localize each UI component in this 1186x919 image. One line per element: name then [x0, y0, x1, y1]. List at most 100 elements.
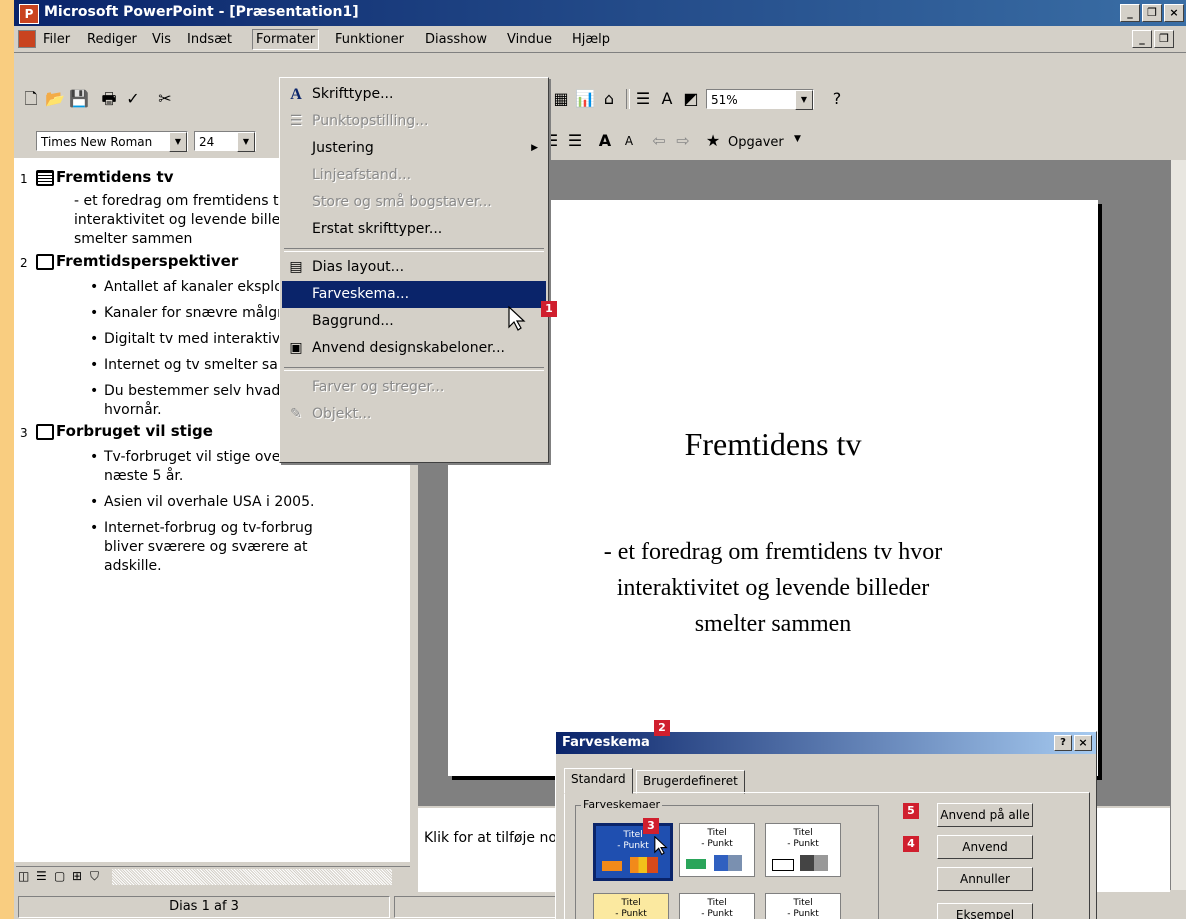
grayscale-icon[interactable]: ◩: [680, 88, 702, 110]
scheme-swatch[interactable]: Titel - Punkt: [765, 823, 841, 877]
slide-subtitle[interactable]: - et foredrag om fremtidens tv hvor inte…: [448, 534, 1098, 642]
open-icon[interactable]: 📂: [44, 88, 66, 110]
outline-bullet[interactable]: Digitalt tv med interaktivitet: [104, 330, 304, 349]
menu-item-colors-lines[interactable]: Farver og streger...: [282, 374, 546, 401]
help-icon[interactable]: ?: [1054, 735, 1072, 751]
save-icon[interactable]: 💾: [68, 88, 90, 110]
restore-button[interactable]: ❐: [1142, 4, 1162, 22]
outline-title-1[interactable]: Fremtidens tv: [56, 168, 174, 186]
doc-minimize-button[interactable]: _: [1132, 30, 1152, 48]
close-button[interactable]: ×: [1164, 4, 1184, 22]
arrow-shape-icon: [686, 859, 706, 869]
menu-formater[interactable]: Formater: [252, 29, 320, 50]
clipart-icon[interactable]: ⌂: [598, 88, 620, 110]
outline-bullet[interactable]: adskille.: [104, 557, 162, 576]
bar-chart-icon: [800, 855, 828, 871]
help-icon[interactable]: ?: [826, 88, 848, 110]
menu-vis[interactable]: Vis: [149, 30, 174, 49]
chevron-down-icon[interactable]: ▼: [794, 134, 801, 144]
doc-restore-button[interactable]: ❐: [1154, 30, 1174, 48]
slide-view-icon[interactable]: ▢: [54, 869, 65, 883]
menu-funktioner[interactable]: Funktioner: [332, 30, 407, 49]
tasks-button[interactable]: Opgaver: [728, 135, 784, 150]
scheme-swatch[interactable]: Titel - Punkt: [765, 893, 841, 919]
cut-icon[interactable]: ✂: [154, 88, 176, 110]
minimize-button[interactable]: _: [1120, 4, 1140, 22]
menu-item-bullets[interactable]: ☰ Punktopstilling...: [282, 108, 546, 135]
outline-title-2[interactable]: Fremtidsperspektiver: [56, 252, 238, 270]
slideshow-icon[interactable]: ⛉: [90, 869, 99, 884]
outline-bullet[interactable]: næste 5 år.: [104, 467, 183, 486]
menu-item-alignment[interactable]: Justering ▶: [282, 135, 546, 162]
animation-icon[interactable]: ★: [702, 130, 724, 152]
outline-bullet[interactable]: hvornår.: [104, 401, 162, 420]
menu-indsaet[interactable]: Indsæt: [184, 30, 235, 49]
chevron-down-icon[interactable]: ▼: [169, 132, 187, 152]
menu-item-replace-fonts[interactable]: Erstat skrifttyper...: [282, 216, 546, 243]
formatting-display-icon[interactable]: A: [656, 88, 678, 110]
menu-vindue[interactable]: Vindue: [504, 30, 555, 49]
normal-view-icon[interactable]: ◫: [18, 869, 29, 883]
scheme-swatch[interactable]: Titel - Punkt: [679, 823, 755, 877]
powerpoint-icon[interactable]: P: [19, 4, 39, 24]
bullets-icon[interactable]: ☰: [564, 130, 586, 152]
preview-button[interactable]: Eksempel: [937, 903, 1033, 919]
outline-bullet[interactable]: bliver sværere og sværere at: [104, 538, 308, 557]
increase-font-icon[interactable]: A: [594, 130, 616, 152]
size-select[interactable]: 24 ▼: [194, 131, 256, 152]
outline-bullet[interactable]: Internet-forbrug og tv-forbrug: [104, 519, 313, 538]
tab-custom[interactable]: Brugerdefineret: [636, 770, 745, 794]
tab-standard[interactable]: Standard: [564, 768, 633, 794]
menu-item-slide-layout[interactable]: ▤ Dias layout...: [282, 254, 546, 281]
decrease-font-icon[interactable]: A: [618, 130, 640, 152]
horizontal-scrollbar[interactable]: [112, 869, 392, 885]
apply-button[interactable]: Anvend: [937, 835, 1033, 859]
arrow-shape-icon: [772, 859, 794, 871]
outline-line[interactable]: smelter sammen: [74, 230, 192, 249]
new-icon[interactable]: 🗋: [20, 88, 42, 110]
zoom-select[interactable]: 51% ▼: [706, 89, 814, 110]
menu-item-object[interactable]: ✎ Objekt...: [282, 401, 546, 428]
bullet-dot: •: [90, 357, 99, 373]
menu-rediger[interactable]: Rediger: [84, 30, 140, 49]
outline-line[interactable]: interaktivitet og levende billeder: [74, 211, 303, 230]
sorter-view-icon[interactable]: ⊞: [72, 869, 82, 883]
close-icon[interactable]: ×: [1074, 735, 1092, 751]
expand-icon[interactable]: ☰: [632, 88, 654, 110]
menu-filer[interactable]: Filer: [40, 30, 73, 49]
promote-icon[interactable]: ⇦: [648, 130, 670, 152]
menu-item-line-spacing[interactable]: Linjeafstand...: [282, 162, 546, 189]
menu-item-color-scheme[interactable]: Farveskema...: [282, 281, 546, 308]
menu-diasshow[interactable]: Diasshow: [422, 30, 490, 49]
menu-hjaelp[interactable]: Hjælp: [569, 30, 613, 49]
menu-item-apply-template[interactable]: ▣ Anvend designskabeloner...: [282, 335, 546, 362]
slide-icon[interactable]: [36, 254, 54, 270]
menu-item-background[interactable]: Baggrund...: [282, 308, 546, 335]
chart-icon[interactable]: 📊: [574, 88, 596, 110]
chevron-down-icon[interactable]: ▼: [795, 90, 813, 110]
vertical-scrollbar[interactable]: [1170, 160, 1186, 890]
scheme-swatch[interactable]: Titel - Punkt: [679, 893, 755, 919]
outline-bullet[interactable]: Tv-forbruget vil stige over de: [104, 448, 308, 467]
menu-separator: [284, 248, 544, 252]
apply-all-button[interactable]: Anvend på alle: [937, 803, 1033, 827]
document-icon[interactable]: [18, 30, 36, 48]
bullets-icon: ☰: [289, 113, 303, 129]
demote-icon[interactable]: ⇨: [672, 130, 694, 152]
outline-view-icon[interactable]: ☰: [36, 869, 47, 883]
notes-placeholder[interactable]: Klik for at tilføje noter: [424, 830, 577, 846]
table-icon[interactable]: ▦: [550, 88, 572, 110]
font-select[interactable]: Times New Roman ▼: [36, 131, 188, 152]
chevron-down-icon[interactable]: ▼: [237, 132, 255, 152]
outline-title-3[interactable]: Forbruget vil stige: [56, 422, 213, 440]
outline-bullet[interactable]: Asien vil overhale USA i 2005.: [104, 493, 314, 512]
menu-item-font[interactable]: A Skrifttype...: [282, 81, 546, 108]
scheme-swatch[interactable]: Titel - Punkt: [593, 893, 669, 919]
cancel-button[interactable]: Annuller: [937, 867, 1033, 891]
slide-icon[interactable]: [36, 170, 54, 186]
slide-icon[interactable]: [36, 424, 54, 440]
print-icon[interactable]: 🖶: [98, 88, 120, 110]
view-buttons: ◫ ☰ ▢ ⊞ ⛉: [16, 866, 410, 889]
menu-item-change-case[interactable]: Store og små bogstaver...: [282, 189, 546, 216]
spelling-icon[interactable]: ✓: [122, 88, 144, 110]
